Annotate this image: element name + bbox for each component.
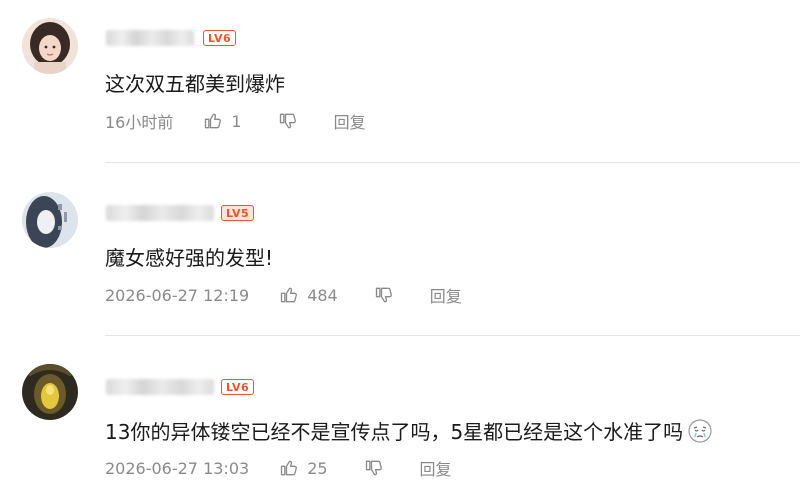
- reply-button[interactable]: 回复: [334, 109, 366, 133]
- thumbs-down-icon: [375, 287, 392, 303]
- avatar-image-icon: [22, 192, 78, 248]
- like-button[interactable]: 484: [279, 285, 338, 305]
- thumbs-down-icon: [365, 460, 382, 476]
- username-redacted[interactable]: [106, 379, 214, 395]
- thumbs-down-icon: [279, 113, 296, 129]
- avatar-image-icon: [22, 18, 78, 74]
- like-count: 25: [307, 458, 328, 478]
- like-count: 1: [231, 111, 242, 131]
- avatar[interactable]: [22, 364, 78, 420]
- reply-button[interactable]: 回复: [430, 283, 462, 307]
- thumbs-up-icon: [205, 113, 222, 129]
- comment-meta: 16小时前 1 回复: [105, 109, 366, 133]
- level-badge: LV5: [221, 205, 255, 221]
- dislike-button[interactable]: [278, 111, 298, 131]
- reply-button[interactable]: 回复: [420, 456, 452, 480]
- avatar[interactable]: [22, 192, 78, 248]
- comment-text: 魔女感好强的发型!: [105, 246, 274, 270]
- avatar[interactable]: [22, 18, 78, 74]
- comment-text: 这次双五都美到爆炸: [105, 72, 285, 96]
- comment-text: 13你的异体镂空已经不是宣传点了吗，5星都已经是这个水准了吗: [105, 418, 713, 446]
- level-badge: LV6: [203, 30, 237, 46]
- comment-meta: 2026-06-27 13:03 25 回复: [105, 456, 452, 480]
- comment-meta: 2026-06-27 12:19 484 回复: [105, 283, 462, 307]
- comment-time: 2026-06-27 12:19: [105, 285, 250, 305]
- comment-time: 2026-06-27 13:03: [105, 458, 250, 478]
- like-button[interactable]: 1: [203, 111, 242, 131]
- avatar-image-icon: [22, 364, 78, 420]
- username-redacted[interactable]: [106, 205, 214, 221]
- level-badge: LV6: [221, 379, 255, 395]
- comment-time: 16小时前: [105, 113, 174, 132]
- like-button[interactable]: 25: [279, 458, 328, 478]
- like-count: 484: [307, 285, 338, 305]
- comment-divider: [105, 335, 800, 336]
- comment-divider: [105, 162, 800, 163]
- thumbs-up-icon: [281, 460, 298, 476]
- crying-face-emoji-icon: [688, 419, 712, 443]
- comment-text-content: 13你的异体镂空已经不是宣传点了吗，5星都已经是这个水准了吗: [105, 420, 684, 444]
- dislike-button[interactable]: [364, 458, 384, 478]
- username-redacted[interactable]: [106, 30, 194, 46]
- dislike-button[interactable]: [374, 285, 394, 305]
- thumbs-up-icon: [281, 287, 298, 303]
